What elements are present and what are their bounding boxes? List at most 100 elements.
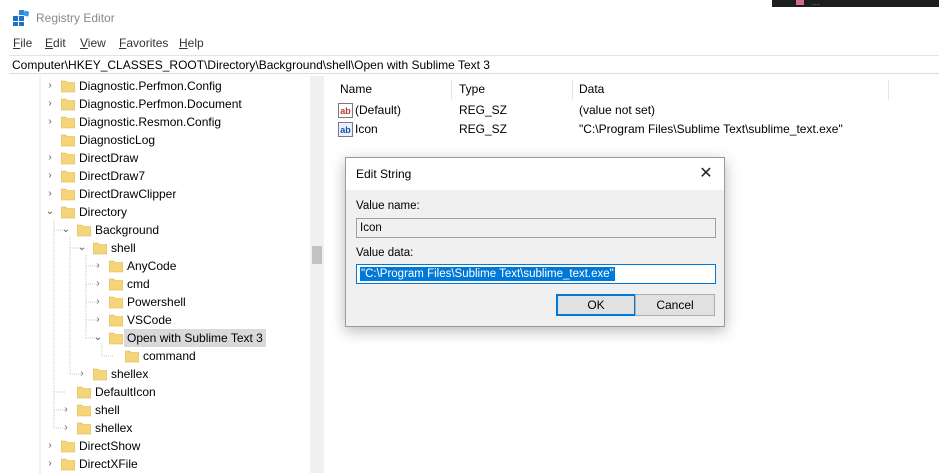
tree-node[interactable]: › Powershell [9, 293, 309, 311]
tree-node-label[interactable]: DiagnosticLog [76, 131, 158, 149]
chevron-down-icon[interactable]: ⌄ [77, 242, 87, 254]
chevron-right-icon[interactable]: › [93, 278, 103, 290]
tree-node[interactable]: › cmd [9, 275, 309, 293]
tree-node-label[interactable]: Background [92, 221, 162, 239]
cancel-button[interactable]: Cancel [635, 294, 715, 316]
tree-node[interactable]: ⌄ Directory [9, 203, 309, 221]
menu-edit[interactable]: Edit [45, 36, 66, 50]
tree-node[interactable]: ⌄ Background [9, 221, 309, 239]
value-data-label: Value data: [356, 247, 414, 259]
column-header-name[interactable]: Name [334, 78, 372, 100]
tree-node[interactable]: ⌄ shell [9, 239, 309, 257]
key-tree[interactable]: › Diagnostic.Perfmon.Config › Diagnostic.Pe… [9, 76, 327, 473]
chevron-right-icon[interactable]: › [45, 116, 55, 128]
tree-node-label[interactable]: command [140, 347, 199, 365]
ok-button[interactable]: OK [556, 294, 636, 316]
list-row[interactable]: ab (Default) REG_SZ (value not set) [332, 101, 932, 120]
chevron-right-icon[interactable]: › [45, 80, 55, 92]
tree-scrollbar-thumb[interactable] [312, 246, 322, 264]
tree-scrollbar[interactable] [310, 76, 324, 473]
tree-node-label[interactable]: shell [92, 401, 123, 419]
close-icon[interactable]: ✕ [694, 162, 718, 186]
tree-node-label[interactable]: cmd [124, 275, 153, 293]
registry-editor-icon [13, 10, 29, 26]
tree-node-label[interactable]: shellex [108, 365, 151, 383]
tree-node-label[interactable]: DirectDraw [76, 149, 141, 167]
edit-string-dialog: Edit String ✕ Value name: Icon Value dat… [345, 157, 725, 327]
list-row[interactable]: ab Icon REG_SZ "C:\Program Files\Sublime… [332, 120, 932, 139]
tree-node[interactable]: › DirectDrawClipper [9, 185, 309, 203]
tree-node[interactable]: › Diagnostic.Resmon.Config [9, 113, 309, 131]
menu-file[interactable]: File [13, 36, 32, 50]
tree-node-label[interactable]: Directory [76, 203, 130, 221]
tree-node-label[interactable]: shell [108, 239, 139, 257]
chevron-down-icon[interactable]: ⌄ [45, 206, 55, 218]
chevron-right-icon[interactable]: › [93, 296, 103, 308]
tree-node-label[interactable]: DirectDrawClipper [76, 185, 179, 203]
chevron-right-icon[interactable]: › [77, 368, 87, 380]
chevron-right-icon[interactable]: › [93, 260, 103, 272]
folder-icon [77, 422, 91, 435]
chevron-right-icon[interactable]: › [45, 170, 55, 182]
tree-node[interactable]: › VSCode [9, 311, 309, 329]
tree-node-label[interactable]: shellex [92, 419, 135, 437]
column-header-data[interactable]: Data [573, 78, 604, 100]
tree-node[interactable]: ⌄ Open with Sublime Text 3 [9, 329, 309, 347]
tree-node[interactable]: DefaultIcon [9, 383, 309, 401]
tree-node[interactable]: › DirectDraw7 [9, 167, 309, 185]
dialog-title-bar[interactable]: Edit String ✕ [346, 158, 724, 190]
chevron-right-icon[interactable]: › [45, 188, 55, 200]
chevron-right-icon[interactable]: › [45, 98, 55, 110]
tree-node[interactable]: › DirectDraw [9, 149, 309, 167]
tree-node[interactable]: › DirectXFile [9, 455, 309, 473]
tree-node-label[interactable]: Diagnostic.Perfmon.Config [76, 77, 225, 95]
tree-node[interactable]: › Diagnostic.Perfmon.Document [9, 95, 309, 113]
string-value-icon: ab [338, 122, 353, 137]
address-bar[interactable]: Computer\HKEY_CLASSES_ROOT\Directory\Bac… [9, 55, 939, 74]
column-header-type[interactable]: Type [453, 78, 485, 100]
tree-node-label[interactable]: DirectDraw7 [76, 167, 148, 185]
value-data-selected-text[interactable]: "C:\Program Files\Sublime Text\sublime_t… [360, 267, 615, 281]
tree-node[interactable]: command [9, 347, 309, 365]
chevron-down-icon[interactable]: ⌄ [61, 224, 71, 236]
tree-node[interactable]: › shellex [9, 419, 309, 437]
tree-node-label[interactable]: Diagnostic.Perfmon.Document [76, 95, 245, 113]
value-name: (Default) [355, 103, 402, 117]
tree-node[interactable]: › Diagnostic.Perfmon.Config [9, 77, 309, 95]
tree-node[interactable]: › shellex [9, 365, 309, 383]
folder-icon [109, 314, 123, 327]
column-separator[interactable] [888, 80, 889, 100]
tree-node-label[interactable]: AnyCode [124, 257, 179, 275]
menu-view[interactable]: View [80, 36, 106, 50]
chevron-right-icon[interactable]: › [61, 422, 71, 434]
tree-node[interactable]: › AnyCode [9, 257, 309, 275]
tree-node-label[interactable]: Diagnostic.Resmon.Config [76, 113, 224, 131]
tree-node-label[interactable]: DirectShow [76, 437, 143, 455]
tree-node-label[interactable]: Open with Sublime Text 3 [124, 329, 266, 347]
string-value-icon: ab [338, 103, 353, 118]
value-data: "C:\Program Files\Sublime Text\sublime_t… [579, 122, 843, 136]
chevron-right-icon[interactable]: › [93, 314, 103, 326]
chevron-right-icon[interactable]: › [45, 440, 55, 452]
column-separator[interactable] [451, 80, 452, 100]
tree-node-label[interactable]: Powershell [124, 293, 189, 311]
background-window-marker [796, 0, 804, 5]
tree-node-label[interactable]: DefaultIcon [92, 383, 159, 401]
value-type: REG_SZ [459, 122, 508, 136]
tree-node[interactable]: DiagnosticLog [9, 131, 309, 149]
menu-favorites[interactable]: Favorites [119, 36, 168, 50]
folder-icon [77, 224, 91, 237]
folder-icon [93, 242, 107, 255]
address-path[interactable]: Computer\HKEY_CLASSES_ROOT\Directory\Bac… [12, 58, 490, 72]
tree-node[interactable]: › DirectShow [9, 437, 309, 455]
tree-node-label[interactable]: DirectXFile [76, 455, 141, 473]
menu-help[interactable]: Help [179, 36, 204, 50]
dialog-title: Edit String [356, 167, 412, 181]
tree-node-label[interactable]: VSCode [124, 311, 175, 329]
chevron-right-icon[interactable]: › [45, 152, 55, 164]
chevron-down-icon[interactable]: ⌄ [93, 332, 103, 344]
chevron-right-icon[interactable]: › [61, 404, 71, 416]
value-data-input[interactable]: "C:\Program Files\Sublime Text\sublime_t… [356, 264, 716, 284]
chevron-right-icon[interactable]: › [45, 458, 55, 470]
tree-node[interactable]: › shell [9, 401, 309, 419]
